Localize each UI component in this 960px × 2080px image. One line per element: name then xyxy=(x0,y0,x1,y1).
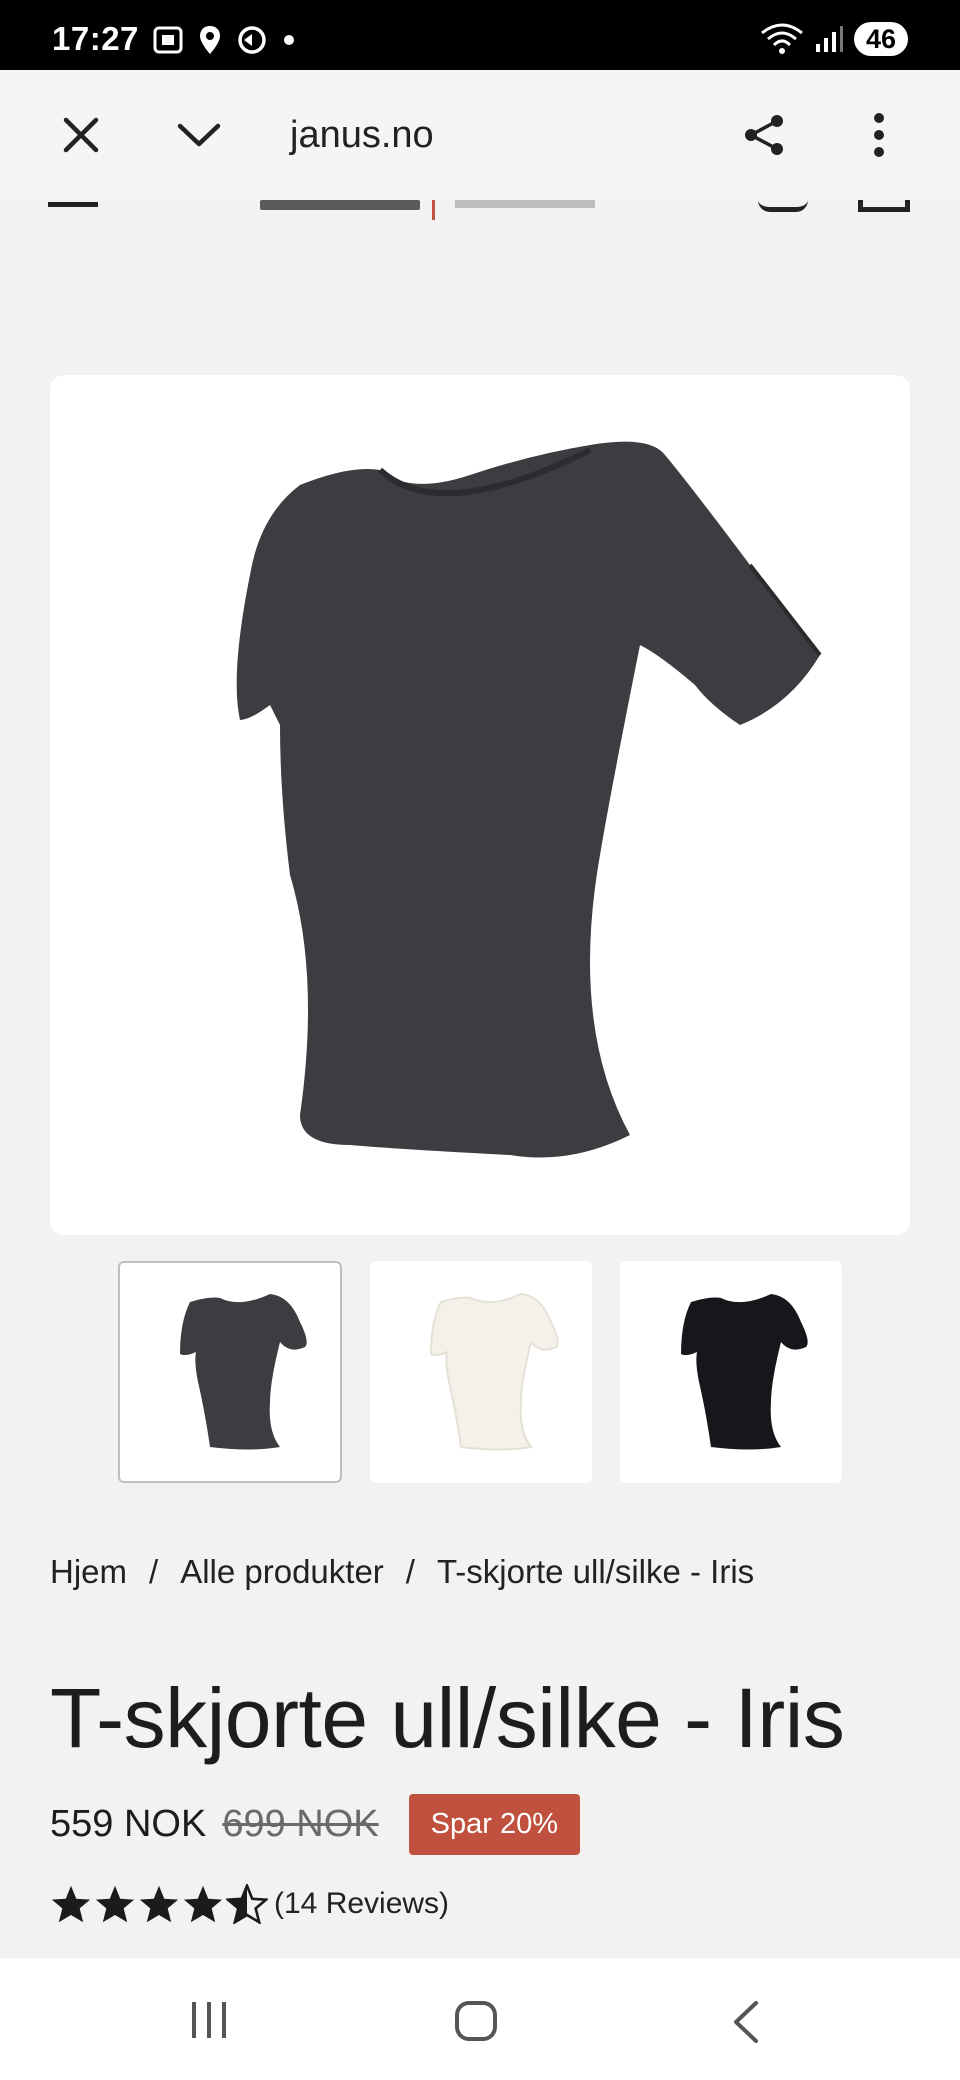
tshirt-graphic xyxy=(236,441,820,1158)
thumbnail-strip xyxy=(118,1261,842,1483)
star-rating xyxy=(50,1884,268,1924)
recent-apps-icon xyxy=(192,2002,226,2038)
half-star-icon xyxy=(226,1884,268,1924)
thumbnail-black[interactable] xyxy=(620,1261,842,1483)
screenshot-icon xyxy=(153,26,183,54)
search-icon[interactable] xyxy=(758,200,808,212)
breadcrumb-separator: / xyxy=(405,1553,415,1590)
system-nav-bar xyxy=(0,1958,960,2080)
signal-icon xyxy=(815,26,843,52)
back-icon xyxy=(734,2001,758,2043)
chevron-down-icon xyxy=(177,123,221,147)
logo-divider xyxy=(432,200,435,220)
site-logo[interactable] xyxy=(260,200,420,210)
product-main-image[interactable] xyxy=(50,375,910,1235)
rating[interactable]: (14 Reviews) xyxy=(50,1884,449,1924)
more-options-button[interactable] xyxy=(852,108,906,162)
cart-icon[interactable] xyxy=(858,200,910,212)
logo-tagline xyxy=(455,200,595,208)
recent-apps-button[interactable] xyxy=(188,2000,230,2045)
browser-toolbar: janus.no xyxy=(0,70,960,200)
minimize-button[interactable] xyxy=(172,108,226,162)
sale-price: 559 NOK xyxy=(50,1803,207,1845)
home-button[interactable] xyxy=(454,2000,498,2047)
status-bar: 17:27 46 xyxy=(0,0,960,70)
menu-icon[interactable] xyxy=(48,202,98,207)
breadcrumb-current: T-skjorte ull/silke - Iris xyxy=(436,1553,755,1590)
site-header xyxy=(0,200,960,220)
thumbnail-grey[interactable] xyxy=(118,1261,342,1483)
status-time: 17:27 xyxy=(52,20,139,57)
close-icon xyxy=(63,117,99,153)
product-title: T-skjorte ull/silke - Iris xyxy=(50,1671,845,1765)
close-button[interactable] xyxy=(54,108,108,162)
star-icon xyxy=(139,1885,179,1923)
url-text[interactable]: janus.no xyxy=(290,114,434,157)
share-button[interactable] xyxy=(738,108,792,162)
review-count[interactable]: (14 Reviews) xyxy=(274,1887,449,1921)
battery-indicator: 46 xyxy=(853,22,908,56)
location-icon xyxy=(200,26,220,54)
wifi-icon xyxy=(761,23,803,54)
discount-badge: Spar 20% xyxy=(408,1794,580,1855)
sync-icon xyxy=(238,26,266,54)
price-row: 559 NOK 699 NOK Spar 20% xyxy=(50,1794,580,1855)
star-icon xyxy=(95,1885,135,1923)
more-vert-icon xyxy=(874,113,884,157)
home-icon xyxy=(455,2001,497,2041)
original-price: 699 NOK xyxy=(222,1803,379,1845)
breadcrumb-home[interactable]: Hjem xyxy=(50,1553,127,1591)
back-button[interactable] xyxy=(730,2000,760,2049)
share-icon xyxy=(745,115,783,155)
breadcrumb-all-products[interactable]: Alle produkter xyxy=(180,1553,384,1591)
status-icons xyxy=(152,24,296,56)
breadcrumb-separator: / xyxy=(149,1553,159,1590)
thumbnail-white[interactable] xyxy=(370,1261,592,1483)
dot-icon xyxy=(284,35,294,45)
star-icon xyxy=(183,1885,223,1923)
breadcrumb: Hjem / Alle produkter / T-skjorte ull/si… xyxy=(50,1553,754,1591)
star-icon xyxy=(51,1885,91,1923)
